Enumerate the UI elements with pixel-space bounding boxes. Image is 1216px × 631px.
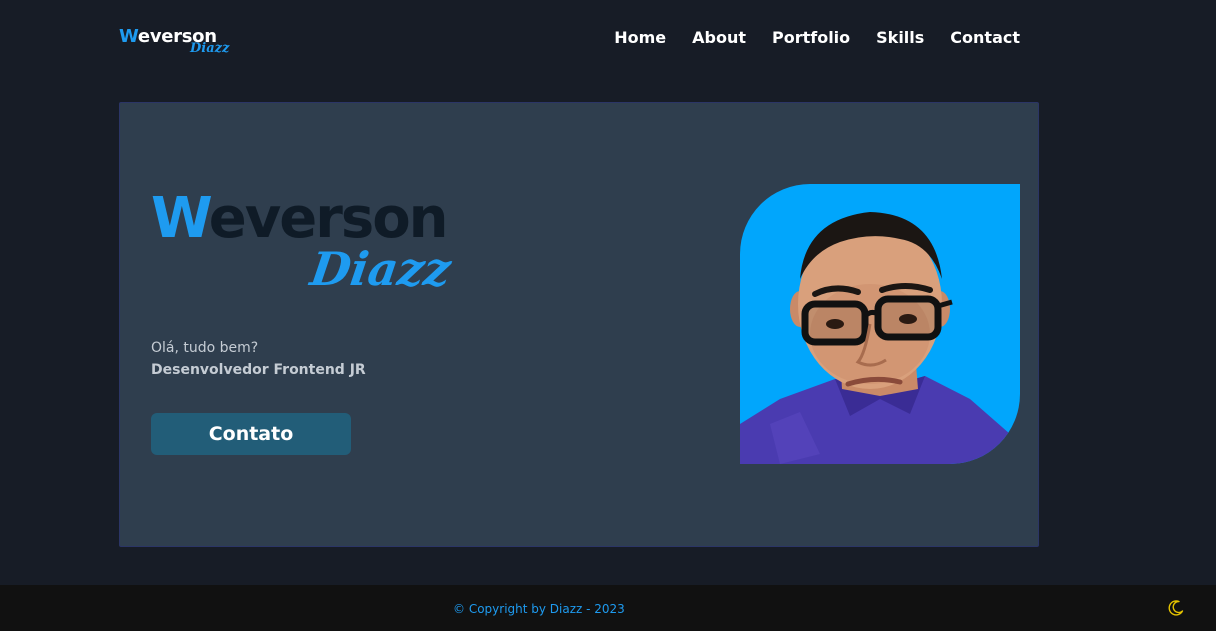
profile-photo xyxy=(740,184,1020,464)
nav-skills[interactable]: Skills xyxy=(876,28,924,47)
moon-icon[interactable] xyxy=(1166,598,1186,618)
hero-card: Weverson Diazz Olá, tudo bem? Desenvolve… xyxy=(119,102,1039,547)
header: Weverson Diazz Home About Portfolio Skil… xyxy=(0,0,1216,80)
copyright-text: © Copyright by Diazz - 2023 xyxy=(453,602,625,616)
contact-button[interactable]: Contato xyxy=(151,413,351,455)
profile-photo-illustration xyxy=(740,212,1020,464)
nav-home[interactable]: Home xyxy=(614,28,666,47)
nav-contact[interactable]: Contact xyxy=(950,28,1020,47)
moon-icon-svg xyxy=(1168,600,1184,616)
hero-logo-name: Weverson xyxy=(151,186,449,251)
hero-logo-script: Diazz xyxy=(307,242,455,296)
brand-logo-script: Diazz xyxy=(190,41,230,56)
page: Weverson Diazz Home About Portfolio Skil… xyxy=(0,0,1216,631)
hero-logo: Weverson Diazz xyxy=(151,191,471,321)
nav-about[interactable]: About xyxy=(692,28,746,47)
nav-portfolio[interactable]: Portfolio xyxy=(772,28,850,47)
main-nav: Home About Portfolio Skills Contact xyxy=(614,28,1020,47)
brand-logo[interactable]: Weverson Diazz xyxy=(119,26,239,62)
greeting-text: Olá, tudo bem? xyxy=(151,340,259,356)
role-text: Desenvolvedor Frontend JR xyxy=(151,362,366,378)
footer: © Copyright by Diazz - 2023 xyxy=(0,585,1216,631)
